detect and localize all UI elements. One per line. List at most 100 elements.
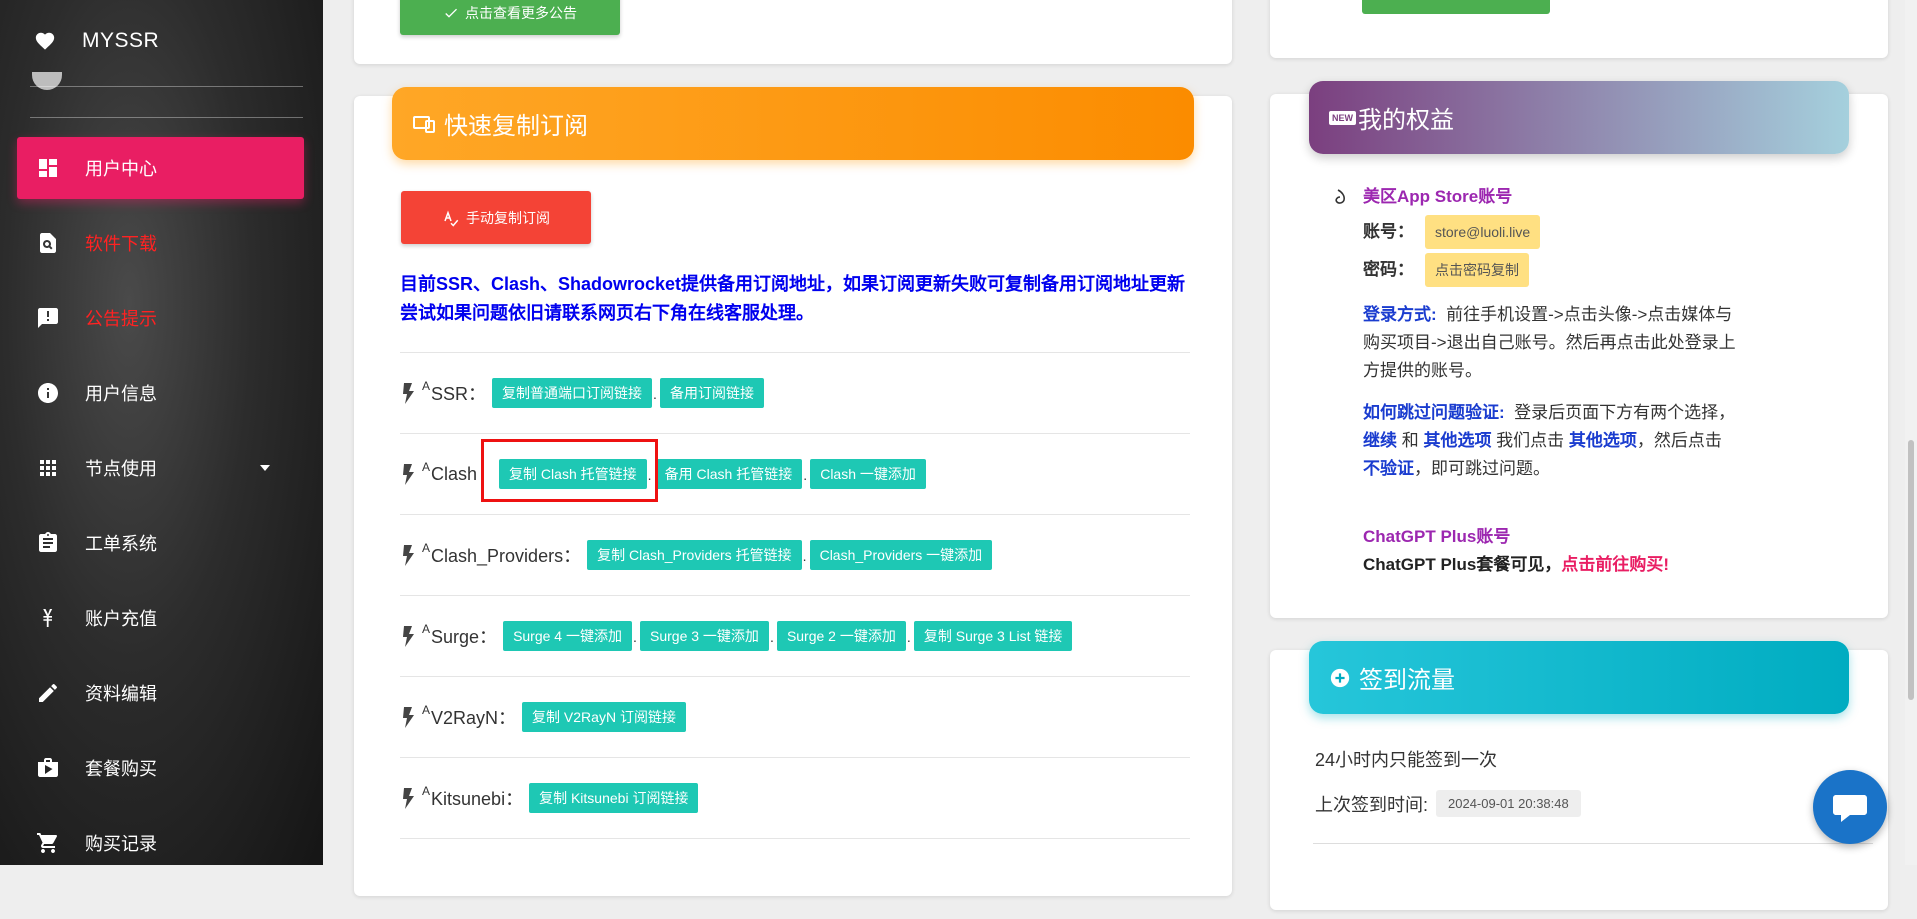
sidebar: MYSSR 用户中心 软件下载 公告提示 用户信息 节点使用 工单系统 账户充值… xyxy=(0,0,323,865)
backup-ssr-link-button[interactable]: 备用订阅链接 xyxy=(653,378,765,408)
subscription-row-v2rayn: A V2RayN： 复制 V2RayN 订阅链接 xyxy=(400,676,1190,757)
devices-icon xyxy=(413,115,435,133)
new-badge-icon: NEW xyxy=(1329,110,1356,125)
announcement-icon xyxy=(35,305,61,331)
surge4-one-click-button[interactable]: Surge 4 一键添加 xyxy=(503,621,632,651)
subscription-row-partial xyxy=(400,838,1190,919)
chat-bubble-icon xyxy=(1833,795,1867,822)
skip-verification: 如何跳过问题验证: 登录后页面下方有两个选择，继续 和 其他选项 我们点击 其他… xyxy=(1363,403,1736,478)
divider xyxy=(1313,843,1873,844)
sidebar-item-user-info[interactable]: 用户信息 xyxy=(17,362,304,424)
bolt-icon xyxy=(403,788,414,809)
sidebar-item-announcements[interactable]: 公告提示 xyxy=(17,287,304,349)
bolt-icon xyxy=(403,626,414,647)
sidebar-item-label: 软件下载 xyxy=(85,234,157,254)
password-row: 密码： 点击密码复制 xyxy=(1363,253,1890,287)
sidebar-nav: 用户中心 软件下载 公告提示 用户信息 节点使用 工单系统 账户充值 资料编辑 … xyxy=(17,137,304,865)
sidebar-item-label: 套餐购买 xyxy=(85,759,157,779)
sidebar-item-label: 用户中心 xyxy=(85,159,157,179)
chat-support-button[interactable] xyxy=(1813,770,1887,844)
copy-kitsunebi-link-button[interactable]: 复制 Kitsunebi 订阅链接 xyxy=(529,783,699,813)
info-icon xyxy=(35,380,61,406)
divider xyxy=(30,86,303,87)
subscription-notice: 目前SSR、Clash、Shadowrocket提供备用订阅地址，如果订阅更新失… xyxy=(400,274,1186,323)
clash-providers-one-click-button[interactable]: Clash_Providers 一键添加 xyxy=(803,540,993,570)
copy-surge3-list-button[interactable]: 复制 Surge 3 List 链接 xyxy=(907,621,1073,651)
brand[interactable]: MYSSR xyxy=(34,26,159,56)
sidebar-item-label: 用户信息 xyxy=(85,384,157,404)
manual-copy-button[interactable]: 手动复制订阅 xyxy=(401,191,591,244)
subscription-row-ssr: A SSR： 复制普通端口订阅链接 备用订阅链接 xyxy=(400,352,1190,433)
heart-icon xyxy=(35,32,55,50)
surge3-one-click-button[interactable]: Surge 3 一键添加 xyxy=(633,621,769,651)
surge2-one-click-button[interactable]: Surge 2 一键添加 xyxy=(770,621,906,651)
sidebar-item-software-download[interactable]: 软件下载 xyxy=(17,212,304,274)
brand-name: MYSSR xyxy=(82,29,160,52)
sidebar-item-label: 节点使用 xyxy=(85,459,157,479)
copy-v2rayn-link-button[interactable]: 复制 V2RayN 订阅链接 xyxy=(522,702,686,732)
last-signin-time: 2024-09-01 20:38:48 xyxy=(1436,790,1581,817)
spellcheck-icon xyxy=(444,210,459,227)
cart-icon xyxy=(35,830,61,856)
sidebar-item-user-center[interactable]: 用户中心 xyxy=(17,137,304,199)
bolt-icon xyxy=(403,383,414,404)
avatar[interactable] xyxy=(32,72,62,90)
check-icon xyxy=(445,8,457,18)
bolt-icon xyxy=(403,545,414,566)
sidebar-item-label: 购买记录 xyxy=(85,834,157,854)
highlight-box xyxy=(481,439,658,502)
chatgpt-row: ChatGPT Plus套餐可见，点击前往购买! xyxy=(1363,555,1670,574)
last-signin-row: 上次签到时间: 2024-09-01 20:38:48 xyxy=(1315,790,1581,817)
sidebar-item-profile-edit[interactable]: 资料编辑 xyxy=(17,662,304,724)
backup-clash-link-button[interactable]: 备用 Clash 托管链接 xyxy=(648,459,803,489)
subscription-row-clash-providers: A Clash_Providers： 复制 Clash_Providers 托管… xyxy=(400,514,1190,595)
clipboard-icon xyxy=(35,530,61,556)
sidebar-item-label: 账户充值 xyxy=(85,609,157,629)
pointer-icon xyxy=(1335,189,1345,204)
benefits-header: NEW 我的权益 xyxy=(1309,81,1849,154)
signin-once-text: 24小时内只能签到一次 xyxy=(1315,750,1498,770)
account-row: 账号： store@luoli.live xyxy=(1363,215,1890,249)
clash-one-click-button[interactable]: Clash 一键添加 xyxy=(803,459,926,489)
sidebar-item-purchase-history[interactable]: 购买记录 xyxy=(17,812,304,865)
apps-grid-icon xyxy=(35,455,61,481)
pencil-icon xyxy=(35,680,61,706)
copy-clash-providers-link-button[interactable]: 复制 Clash_Providers 托管链接 xyxy=(587,540,802,570)
signin-header: 签到流量 xyxy=(1309,641,1849,714)
benefits-body: 美区App Store账号 账号： store@luoli.live 密码： 点… xyxy=(1330,183,1890,579)
sidebar-item-recharge[interactable]: 账户充值 xyxy=(17,587,304,649)
yen-icon xyxy=(35,605,61,631)
login-method: 登录方式: 前往手机设置->点击头像->点击媒体与购买项目->退出自己账号。然后… xyxy=(1363,305,1736,380)
sidebar-item-plan-purchase[interactable]: 套餐购买 xyxy=(17,737,304,799)
chatgpt-buy-link[interactable]: 点击前往购买! xyxy=(1561,555,1669,574)
sidebar-item-label: 资料编辑 xyxy=(85,684,157,704)
sidebar-item-label: 公告提示 xyxy=(85,309,157,329)
account-value[interactable]: store@luoli.live xyxy=(1425,215,1541,249)
copy-ssr-link-button[interactable]: 复制普通端口订阅链接 xyxy=(492,378,653,408)
signin-title: 签到流量 xyxy=(1359,667,1455,694)
download-search-icon xyxy=(35,230,61,256)
benefits-title: 我的权益 xyxy=(1358,107,1454,134)
scrollbar-thumb[interactable] xyxy=(1908,440,1914,700)
dashboard-icon xyxy=(35,155,61,181)
sidebar-item-label: 工单系统 xyxy=(85,534,157,554)
chatgpt-title: ChatGPT Plus账号 xyxy=(1363,527,1511,546)
bolt-icon xyxy=(403,464,414,485)
quick-copy-header: 快速复制订阅 xyxy=(392,87,1194,160)
more-announcements-button[interactable]: 点击查看更多公告 xyxy=(400,0,620,35)
sidebar-item-node-usage[interactable]: 节点使用 xyxy=(17,437,304,499)
sidebar-item-ticket-system[interactable]: 工单系统 xyxy=(17,512,304,574)
divider xyxy=(30,117,303,118)
subscription-row-surge: A Surge： Surge 4 一键添加 Surge 3 一键添加 Surge… xyxy=(400,595,1190,676)
caret-down-icon xyxy=(260,465,270,471)
top-right-green-button[interactable] xyxy=(1362,0,1550,14)
page-scrollbar[interactable] xyxy=(1905,0,1917,865)
copy-password-button[interactable]: 点击密码复制 xyxy=(1425,253,1529,287)
subscription-row-kitsunebi: A Kitsunebi： 复制 Kitsunebi 订阅链接 xyxy=(400,757,1190,838)
subscription-list: A SSR： 复制普通端口订阅链接 备用订阅链接 A Clash 复制 Clas… xyxy=(400,352,1190,919)
add-circle-icon xyxy=(1330,668,1350,687)
quick-copy-title: 快速复制订阅 xyxy=(444,113,588,140)
shopping-bag-icon xyxy=(35,755,61,781)
appstore-title: 美区App Store账号 xyxy=(1363,187,1513,206)
bolt-icon xyxy=(403,707,414,728)
